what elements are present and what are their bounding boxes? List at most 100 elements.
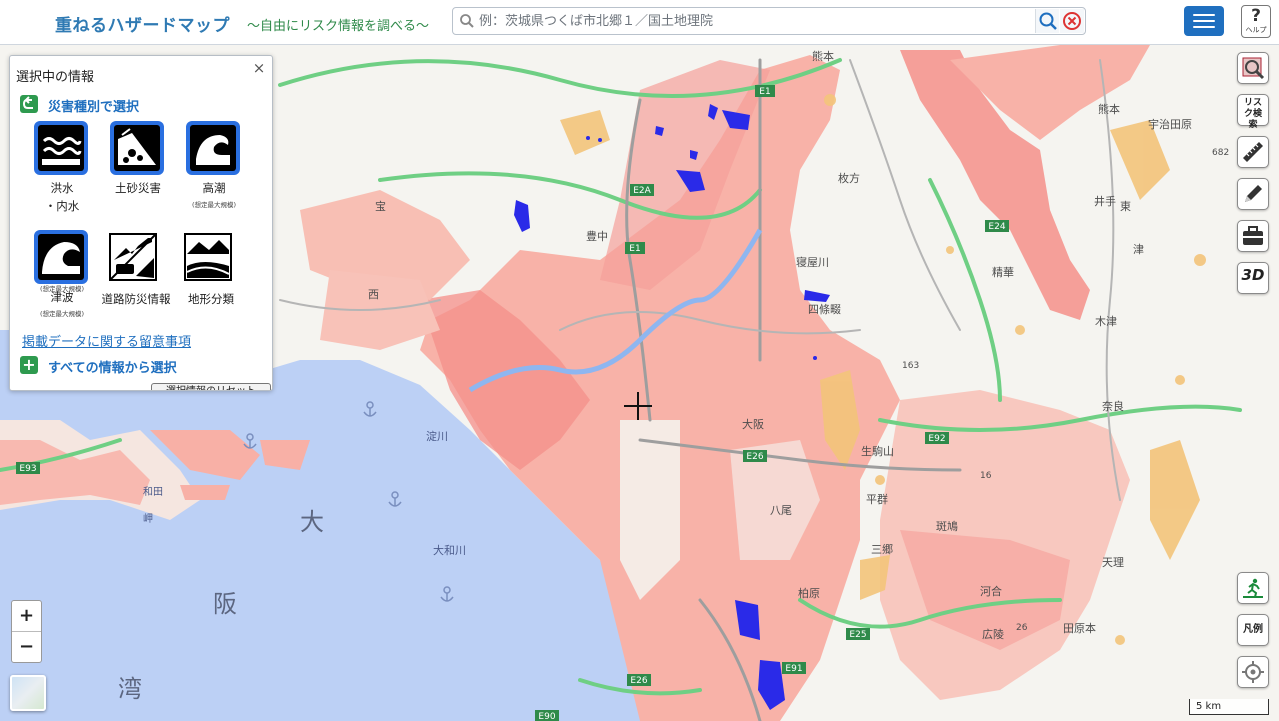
svg-text:西: 西 <box>368 288 379 301</box>
svg-text:宝: 宝 <box>375 199 386 213</box>
locate-target-icon <box>1242 661 1264 683</box>
section-all-label: すべての情報から選択 <box>48 361 177 376</box>
svg-text:精華: 精華 <box>992 266 1014 279</box>
svg-text:682: 682 <box>1212 148 1229 158</box>
tsunami-icon <box>34 230 88 284</box>
svg-text:大: 大 <box>300 508 324 536</box>
hazard-label: 津波 <box>50 290 74 304</box>
svg-text:枚方: 枚方 <box>838 171 860 185</box>
section-disaster-type[interactable]: 災害種別で選択 <box>20 92 272 116</box>
hazard-landform[interactable]: 地形分類 <box>176 232 246 322</box>
draw-tool[interactable] <box>1237 178 1269 210</box>
svg-text:四條畷: 四條畷 <box>808 302 841 316</box>
hazard-sublabel: (想定最大規模) <box>191 201 237 209</box>
magnifier-icon <box>1039 12 1057 30</box>
current-location-tool[interactable] <box>1237 656 1269 688</box>
svg-text:斑鳩: 斑鳩 <box>936 519 958 533</box>
svg-text:E93: E93 <box>19 464 36 474</box>
hazard-flood[interactable]: 洪水 ・内水 (想定最大規模) <box>27 121 97 293</box>
panel-close-button[interactable]: × <box>249 58 269 78</box>
hazard-road-disaster[interactable]: 道路防災情報 <box>101 232 171 322</box>
view-3d-label: 3D <box>1241 266 1265 284</box>
plus-icon: + <box>20 356 38 374</box>
question-icon: ? <box>1251 6 1261 26</box>
storm-surge-icon <box>186 121 240 175</box>
measure-tool[interactable] <box>1237 136 1269 168</box>
svg-text:井手: 井手 <box>1094 194 1116 208</box>
svg-text:田原本: 田原本 <box>1063 621 1096 635</box>
svg-text:和田: 和田 <box>143 486 163 498</box>
data-notice-link[interactable]: 掲載データに関する留意事項 <box>22 331 191 350</box>
svg-text:16: 16 <box>980 471 992 481</box>
map-magnifier-icon <box>1242 57 1265 80</box>
svg-text:宇治田原: 宇治田原 <box>1148 117 1192 131</box>
road-disaster-icon <box>108 232 162 286</box>
toolbox-tool[interactable] <box>1237 220 1269 252</box>
reset-selection-button[interactable]: 選択情報のリセット <box>151 383 271 390</box>
legend-label: 凡例 <box>1243 624 1263 635</box>
svg-text:湾: 湾 <box>118 675 142 703</box>
risk-search-label: リスク検索 <box>1243 98 1262 130</box>
help-label: ヘルプ <box>1245 26 1267 34</box>
hazard-tsunami[interactable]: 津波 (想定最大規模) <box>27 230 97 320</box>
zoom-out-button[interactable]: − <box>12 632 41 662</box>
legend-tool[interactable]: 凡例 <box>1237 614 1269 646</box>
svg-text:E90: E90 <box>538 712 555 721</box>
section-all-info[interactable]: + すべての情報から選択 <box>20 353 272 377</box>
svg-text:広陵: 広陵 <box>982 628 1004 641</box>
return-arrow-icon <box>20 95 38 113</box>
svg-text:柏原: 柏原 <box>798 586 820 600</box>
map-center-crosshair <box>624 392 652 420</box>
app-subtitle: ～自由にリスク情報を調べる～ <box>247 19 430 34</box>
briefcase-icon <box>1243 226 1263 245</box>
ruler-icon <box>1243 142 1263 162</box>
svg-text:淀川: 淀川 <box>426 429 448 443</box>
pencil-icon <box>1245 185 1262 202</box>
search-icon <box>460 14 474 28</box>
base-map-switcher[interactable] <box>10 675 46 711</box>
hazard-label: 洪水 ・内水 <box>44 181 80 213</box>
hazard-label: 道路防災情報 <box>101 292 171 306</box>
app-title[interactable]: 重ねるハザードマップ <box>55 11 230 36</box>
landslide-icon <box>110 121 164 175</box>
svg-text:平群: 平群 <box>866 492 888 506</box>
search-input[interactable] <box>479 11 1029 31</box>
hazard-storm-surge[interactable]: 高潮 (想定最大規模) <box>179 121 249 211</box>
evacuation-tool[interactable] <box>1237 572 1269 604</box>
search-button[interactable] <box>1035 9 1059 33</box>
section-disaster-label: 災害種別で選択 <box>48 100 140 115</box>
hazard-label: 高潮 <box>202 181 226 195</box>
svg-text:奈良: 奈良 <box>1102 399 1124 413</box>
zoom-control: + − <box>11 600 42 663</box>
hazard-landslide[interactable]: 土砂災害 <box>103 121 173 211</box>
app-header: 重ねるハザードマップ ～自由にリスク情報を調べる～ ? ヘルプ <box>0 0 1279 45</box>
zoom-in-button[interactable]: + <box>12 601 41 631</box>
clear-search-button[interactable] <box>1060 9 1084 33</box>
svg-text:八尾: 八尾 <box>770 504 792 517</box>
selected-info-panel: 選択中の情報 × 災害種別で選択 洪水 ・内水 (想定最大規模) 土砂災害 高潮 … <box>9 55 273 391</box>
svg-text:岬: 岬 <box>143 513 153 525</box>
svg-text:E25: E25 <box>849 630 866 640</box>
close-circle-icon <box>1063 12 1081 30</box>
hamburger-icon <box>1193 14 1215 16</box>
svg-text:E26: E26 <box>630 676 647 686</box>
svg-text:天理: 天理 <box>1102 556 1124 569</box>
svg-text:E92: E92 <box>928 434 945 444</box>
hazard-sublabel: (想定最大規模) <box>39 310 85 318</box>
help-button[interactable]: ? ヘルプ <box>1241 5 1271 38</box>
svg-text:E1: E1 <box>759 87 770 97</box>
layer-search-tool[interactable] <box>1237 52 1269 84</box>
main-menu-button[interactable] <box>1184 6 1224 36</box>
address-search <box>452 7 1086 35</box>
svg-text:阪: 阪 <box>213 590 237 618</box>
svg-text:東: 東 <box>1120 200 1131 213</box>
view-3d-tool[interactable]: 3D <box>1237 262 1269 294</box>
risk-search-tool[interactable]: リスク検索 <box>1237 94 1269 130</box>
svg-text:寝屋川: 寝屋川 <box>796 255 829 269</box>
svg-text:大阪: 大阪 <box>742 417 764 431</box>
svg-text:熊本: 熊本 <box>1098 102 1120 116</box>
running-person-icon <box>1242 577 1264 599</box>
landform-icon <box>183 232 237 286</box>
svg-text:河合: 河合 <box>980 584 1002 598</box>
svg-text:E24: E24 <box>988 222 1005 232</box>
